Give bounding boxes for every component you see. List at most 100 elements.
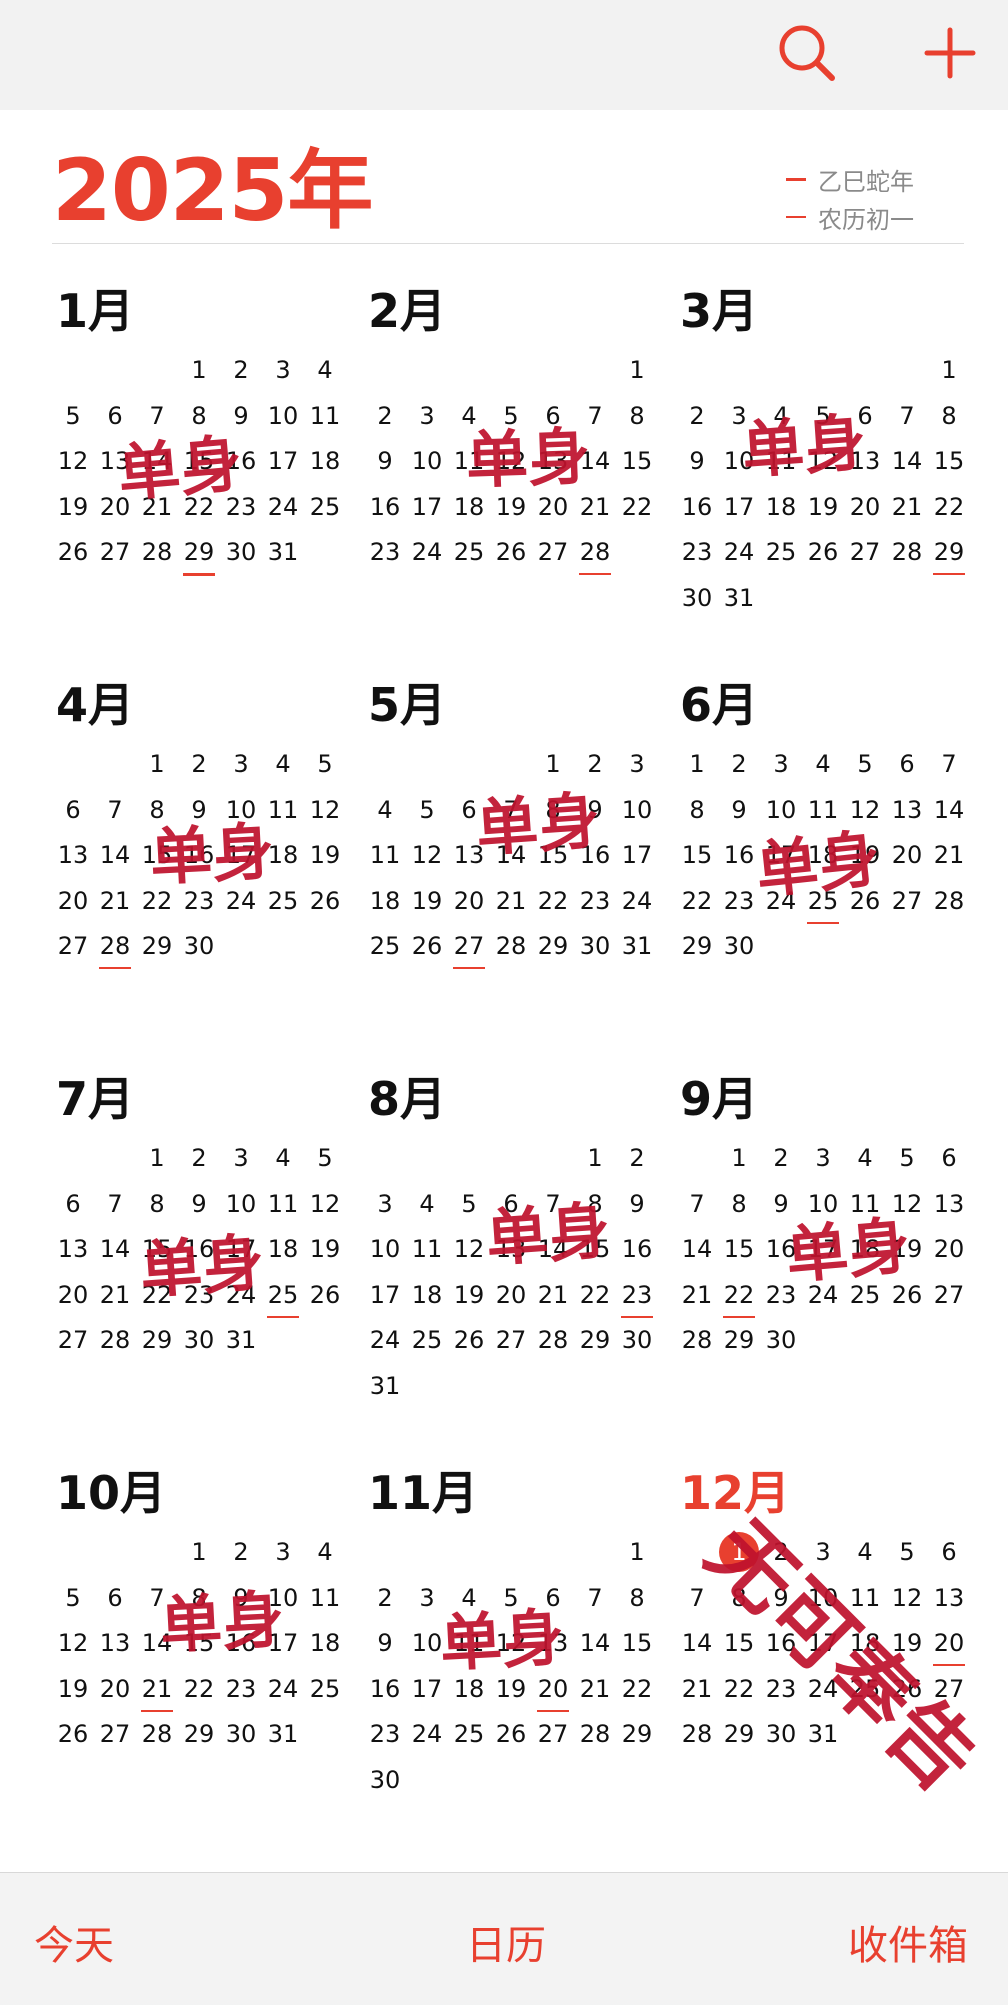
day-cell[interactable]: 3	[406, 396, 448, 436]
day-cell[interactable]: 28	[532, 1320, 574, 1360]
day-cell[interactable]: 19	[52, 487, 94, 527]
day-cell[interactable]: 21	[676, 1669, 718, 1709]
day-cell[interactable]: 7	[676, 1578, 718, 1618]
day-cell[interactable]: 20	[448, 881, 490, 921]
day-cell[interactable]: 4	[844, 1138, 886, 1178]
day-cell[interactable]: 29	[178, 532, 220, 572]
day-cell[interactable]: 3	[406, 1578, 448, 1618]
day-cell[interactable]: 6	[52, 1184, 94, 1224]
day-cell[interactable]: 30	[616, 1320, 658, 1360]
day-cell[interactable]: 7	[574, 396, 616, 436]
day-cell[interactable]: 27	[844, 532, 886, 572]
day-cell[interactable]: 10	[616, 790, 658, 830]
day-cell[interactable]: 24	[406, 532, 448, 572]
tab-today[interactable]: 今天	[34, 1913, 114, 1971]
day-cell[interactable]: 28	[94, 1320, 136, 1360]
day-cell[interactable]: 7	[136, 396, 178, 436]
day-cell[interactable]: 26	[490, 1714, 532, 1754]
day-cell[interactable]: 3	[220, 1138, 262, 1178]
day-cell[interactable]: 16	[178, 835, 220, 875]
day-cell[interactable]: 31	[262, 1714, 304, 1754]
day-cell[interactable]: 6	[928, 1138, 970, 1178]
day-cell[interactable]: 20	[844, 487, 886, 527]
day-cell[interactable]: 18	[262, 835, 304, 875]
month-6[interactable]: 6月 1 2 3 4 5 6 7 8 9 10 11 12 13 14 15 16 17 18 19 20 21 22 23 2…	[676, 676, 988, 1056]
day-cell[interactable]: 22	[532, 881, 574, 921]
day-cell[interactable]: 24	[718, 532, 760, 572]
day-cell[interactable]: 23	[574, 881, 616, 921]
add-event-button[interactable]	[915, 18, 985, 88]
day-cell[interactable]: 25	[448, 532, 490, 572]
day-cell[interactable]: 6	[928, 1532, 970, 1572]
day-cell[interactable]: 29	[616, 1714, 658, 1754]
day-cell[interactable]: 16	[178, 1229, 220, 1269]
day-cell[interactable]: 29	[532, 926, 574, 966]
day-cell[interactable]: 19	[886, 1623, 928, 1663]
day-cell[interactable]: 16	[718, 835, 760, 875]
day-cell[interactable]: 7	[136, 1578, 178, 1618]
day-cell[interactable]: 15	[928, 441, 970, 481]
day-cell[interactable]: 12	[406, 835, 448, 875]
day-cell[interactable]: 12	[490, 441, 532, 481]
day-cell[interactable]: 4	[364, 790, 406, 830]
day-cell[interactable]: 16	[760, 1623, 802, 1663]
day-cell[interactable]: 23	[178, 1275, 220, 1315]
day-cell[interactable]: 2	[760, 1532, 802, 1572]
day-cell[interactable]: 7	[886, 396, 928, 436]
day-cell[interactable]: 14	[574, 1623, 616, 1663]
day-cell[interactable]: 4	[262, 744, 304, 784]
day-cell[interactable]: 17	[616, 835, 658, 875]
day-cell[interactable]: 4	[760, 396, 802, 436]
month-9[interactable]: 9月 1 2 3 4 5 6 7 8 9 10 11 12 13 14 15 16 17 18 19 20 21 22 23 2…	[676, 1070, 988, 1450]
day-cell[interactable]: 24	[262, 1669, 304, 1709]
day-cell[interactable]: 10	[220, 790, 262, 830]
day-cell[interactable]: 16	[220, 1623, 262, 1663]
day-cell[interactable]: 8	[616, 396, 658, 436]
day-cell[interactable]: 8	[136, 790, 178, 830]
day-cell[interactable]: 29	[676, 926, 718, 966]
day-cell[interactable]: 31	[364, 1366, 406, 1406]
day-cell[interactable]: 20	[52, 881, 94, 921]
day-cell[interactable]: 20	[928, 1229, 970, 1269]
day-cell[interactable]: 10	[718, 441, 760, 481]
day-cell[interactable]: 2	[760, 1138, 802, 1178]
day-cell[interactable]: 6	[886, 744, 928, 784]
day-cell[interactable]: 13	[928, 1578, 970, 1618]
day-cell[interactable]: 24	[262, 487, 304, 527]
day-cell[interactable]: 11	[448, 1623, 490, 1663]
day-cell[interactable]: 14	[928, 790, 970, 830]
day-cell[interactable]: 21	[136, 1669, 178, 1709]
day-cell[interactable]: 11	[844, 1578, 886, 1618]
day-cell[interactable]: 20	[532, 487, 574, 527]
day-cell[interactable]: 29	[928, 532, 970, 572]
day-cell[interactable]: 29	[718, 1320, 760, 1360]
day-cell[interactable]: 29	[136, 1320, 178, 1360]
day-cell[interactable]: 26	[304, 1275, 346, 1315]
day-cell[interactable]: 21	[928, 835, 970, 875]
day-cell[interactable]: 9	[220, 1578, 262, 1618]
day-cell[interactable]: 21	[94, 881, 136, 921]
day-cell[interactable]: 25	[304, 487, 346, 527]
day-cell[interactable]: 2	[178, 1138, 220, 1178]
day-cell[interactable]: 17	[760, 835, 802, 875]
day-cell[interactable]: 10	[406, 1623, 448, 1663]
day-cell[interactable]: 23	[616, 1275, 658, 1315]
day-cell[interactable]: 4	[844, 1532, 886, 1572]
day-cell[interactable]: 14	[490, 835, 532, 875]
day-cell[interactable]: 24	[220, 881, 262, 921]
day-cell[interactable]: 3	[760, 744, 802, 784]
day-cell[interactable]: 13	[52, 1229, 94, 1269]
day-cell[interactable]: 5	[304, 1138, 346, 1178]
day-cell[interactable]: 10	[262, 1578, 304, 1618]
day-cell[interactable]: 11	[844, 1184, 886, 1224]
day-cell[interactable]: 24	[760, 881, 802, 921]
day-cell[interactable]: 6	[94, 396, 136, 436]
day-cell[interactable]: 15	[718, 1229, 760, 1269]
day-cell[interactable]: 1	[616, 1532, 658, 1572]
day-cell[interactable]: 12	[886, 1578, 928, 1618]
day-cell[interactable]: 13	[490, 1229, 532, 1269]
day-cell[interactable]: 25	[448, 1714, 490, 1754]
day-cell[interactable]: 30	[760, 1714, 802, 1754]
day-cell[interactable]: 17	[406, 1669, 448, 1709]
day-cell[interactable]: 6	[94, 1578, 136, 1618]
